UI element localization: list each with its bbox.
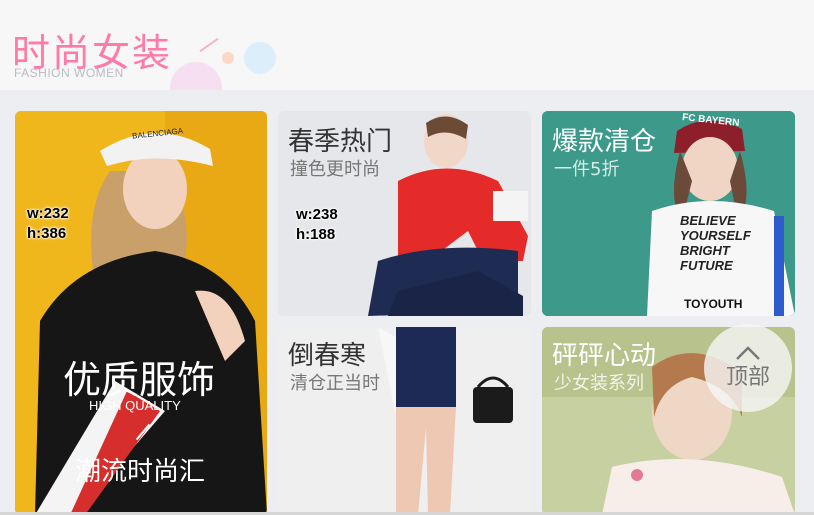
promo-card-clearance[interactable]: 爆款清仓 一件5折 FC BAYERN BELIEVE YOURSELF BRI… [542,111,795,316]
card-title: 砰砰心动 [552,341,657,371]
shirt-line-4: FUTURE [680,258,733,273]
section-header: 时尚女装 FASHION WOMEN [0,0,814,90]
decor-dot-peach [222,52,234,64]
card-title: 优质服饰 [63,358,216,402]
card-subtitle: 少女装系列 [554,373,644,394]
dimension-height-label: h:386 [27,225,67,242]
back-to-top-button[interactable]: 顶部 [704,324,792,412]
shirt-print: BELIEVE YOURSELF BRIGHT FUTURE [680,213,751,273]
card-subtitle: 清仓正当时 [290,373,380,394]
dimension-height-label: h:188 [296,226,336,243]
card-slogan: 潮流时尚汇 [75,457,206,487]
card-subtitle: 一件5折 [554,159,620,180]
promo-card-late-cold[interactable]: 倒春寒 清仓正当时 [278,327,531,515]
dimension-width-label: w:238 [296,206,338,223]
section-subtitle: FASHION WOMEN [14,66,124,80]
back-to-top-label: 顶部 [725,365,770,390]
card-subtitle: 撞色更时尚 [290,159,380,180]
promo-card-spring-hot[interactable]: 春季热门 撞色更时尚 w:238 h:188 [278,111,531,316]
shirt-line-1: BELIEVE [680,213,736,228]
dimension-width-label: w:232 [27,205,69,222]
shirt-line-2: YOURSELF [680,228,751,243]
decor-bubble-blue [244,42,276,74]
decor-slash [199,37,219,53]
decor-bubble-pink [170,62,222,90]
shirt-line-3: BRIGHT [680,243,730,258]
card-title: 春季热门 [288,127,393,157]
card-english-tag: HIGH QUALITY [89,398,181,413]
promo-card-quality[interactable]: BALENCIAGA w:232 h:386 优质服饰 HIGH QUALITY… [15,111,267,515]
card-title: 爆款清仓 [552,127,657,157]
shirt-brand: TOYOUTH [684,297,743,311]
card-title: 倒春寒 [288,341,367,371]
